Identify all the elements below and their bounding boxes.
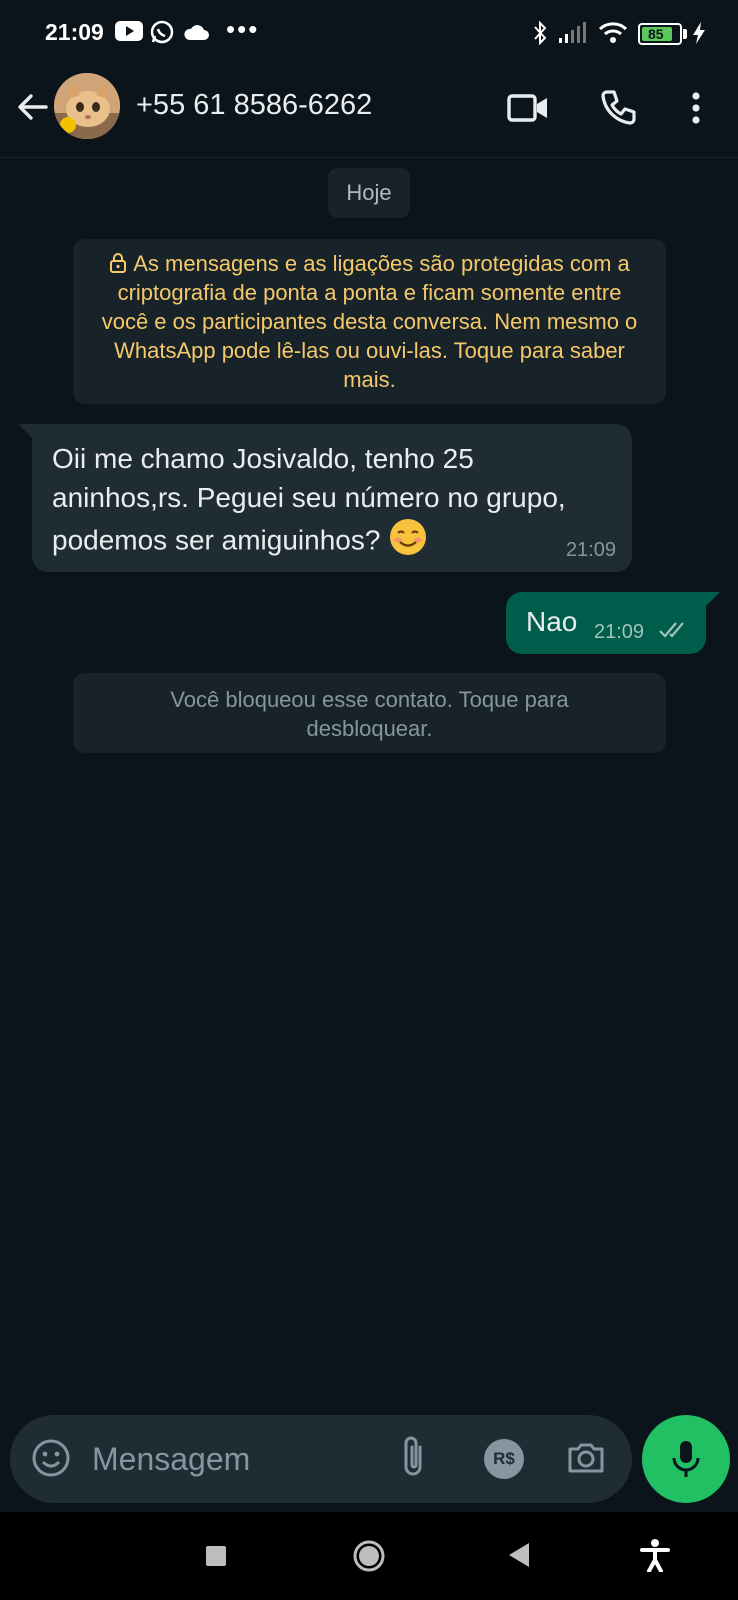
more-options-button[interactable] (672, 84, 720, 132)
avatar[interactable] (54, 73, 120, 139)
charging-icon (692, 22, 706, 49)
outgoing-bubble-tail (706, 592, 720, 606)
message-time: 21:09 (565, 539, 616, 561)
chat-header: +55 61 8586-6262 (0, 64, 738, 158)
back-nav-button[interactable] (508, 1542, 530, 1573)
status-bar: 21:09 ••• 85 (0, 0, 738, 64)
back-button[interactable] (14, 88, 54, 128)
cloud-icon (183, 24, 209, 45)
blocked-notice[interactable]: Você bloqueou esse contato. Toque para d… (73, 673, 666, 753)
payment-icon: R$ (493, 1449, 515, 1468)
message-text: Nao (526, 606, 578, 637)
home-icon (353, 1540, 385, 1572)
more-options-icon (692, 92, 700, 124)
battery-level: 85 (648, 26, 664, 42)
video-call-button[interactable] (504, 84, 552, 132)
wifi-icon (598, 20, 628, 49)
status-time: 21:09 (45, 19, 104, 45)
accessibility-button[interactable] (640, 1538, 670, 1577)
back-arrow-icon (18, 94, 48, 120)
lock-icon (110, 253, 127, 273)
encryption-notice[interactable]: As mensagens e as ligações são protegida… (73, 239, 666, 404)
voice-call-icon (601, 90, 636, 125)
signal-icon (558, 22, 586, 49)
date-chip: Hoje (328, 168, 410, 218)
video-call-icon (507, 94, 547, 122)
whatsapp-icon (150, 20, 174, 49)
battery-icon: 85 (638, 23, 682, 45)
contact-name[interactable]: +55 61 8586-6262 (136, 89, 372, 122)
bluetooth-icon (532, 20, 548, 51)
encryption-notice-text: As mensagens e as ligações são protegida… (101, 251, 638, 392)
emoji-button[interactable] (30, 1437, 72, 1484)
smiling-face-icon (388, 517, 428, 567)
recents-button[interactable] (205, 1545, 227, 1572)
payment-button[interactable]: R$ (484, 1439, 524, 1479)
camera-button[interactable] (566, 1437, 606, 1482)
attach-icon (404, 1436, 422, 1476)
back-triangle-icon (509, 1543, 529, 1567)
message-composer: R$ (10, 1415, 632, 1503)
system-nav-bar (0, 1512, 738, 1600)
recents-icon (206, 1546, 226, 1566)
double-check-icon (658, 620, 690, 645)
emoji-icon (32, 1439, 70, 1477)
voice-call-button[interactable] (594, 84, 642, 132)
accessibility-icon (640, 1539, 670, 1573)
message-input[interactable] (92, 1441, 372, 1477)
attach-button[interactable] (398, 1433, 428, 1486)
more-dots-icon: ••• (226, 14, 260, 44)
outgoing-message[interactable]: Nao 21:09 (506, 592, 706, 654)
mic-button[interactable] (642, 1415, 730, 1503)
home-button[interactable] (352, 1539, 386, 1578)
camera-icon (568, 1443, 604, 1473)
mic-icon (672, 1441, 700, 1477)
message-time: 21:09 (594, 621, 645, 643)
youtube-icon (115, 20, 143, 47)
incoming-message[interactable]: Oii me chamo Josivaldo, tenho 25 aninhos… (32, 424, 632, 572)
message-text: Oii me chamo Josivaldo, tenho 25 aninhos… (52, 443, 566, 556)
